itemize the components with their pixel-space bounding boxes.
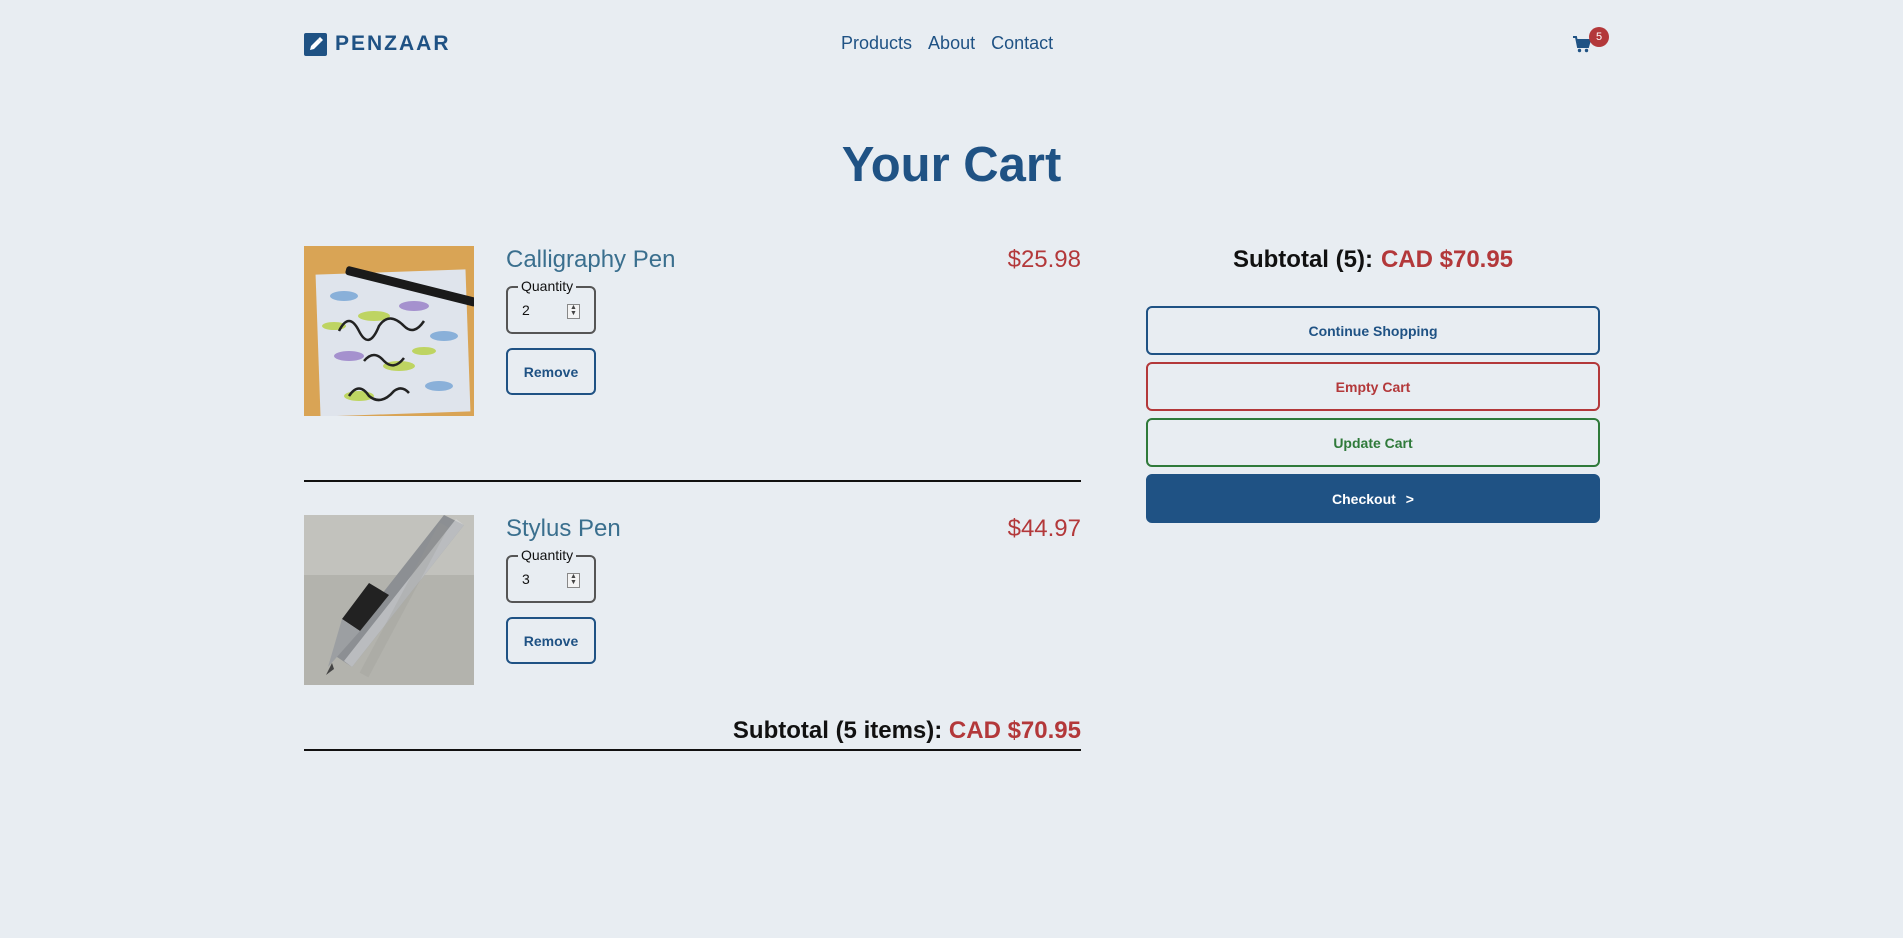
item-name[interactable]: Stylus Pen [506, 515, 621, 543]
cart-item: Calligraphy Pen $25.98 Quantity 2 ▲ ▼ Rem… [304, 246, 1081, 482]
site-header: PENZAAR Products About Contact 5 [304, 27, 1609, 58]
items-subtotal: Subtotal (5 items): CAD $70.95 [733, 717, 1081, 745]
main-nav: Products About Contact [841, 33, 1053, 54]
product-image-stylus-pen[interactable] [304, 515, 474, 685]
cart-count-badge: 5 [1589, 27, 1609, 47]
quantity-value[interactable]: 2 [522, 302, 530, 318]
cart-item: Stylus Pen $44.97 Quantity 3 ▲ ▼ Remove [304, 515, 1081, 751]
nav-products[interactable]: Products [841, 33, 912, 54]
quantity-stepper[interactable]: Quantity 3 ▲ ▼ [506, 547, 596, 603]
quantity-label: Quantity [518, 278, 577, 294]
chevron-right-icon: > [1405, 490, 1414, 507]
items-subtotal-label: Subtotal (5 items): [732, 717, 943, 744]
quantity-value[interactable]: 3 [522, 571, 530, 587]
quantity-stepper[interactable]: Quantity 2 ▲ ▼ [506, 278, 596, 334]
cart-page: PENZAAR Products About Contact 5 Your Ca… [0, 0, 1903, 938]
remove-button[interactable]: Remove [506, 617, 596, 664]
item-name[interactable]: Calligraphy Pen [506, 246, 675, 274]
remove-button[interactable]: Remove [506, 348, 596, 395]
item-price: $44.97 [1007, 515, 1081, 542]
pen-icon [304, 32, 327, 56]
spinner-arrows-icon[interactable]: ▲ ▼ [567, 573, 580, 588]
page-title: Your Cart [841, 138, 1062, 192]
items-subtotal-amount: CAD $70.95 [948, 717, 1081, 744]
nav-contact[interactable]: Contact [991, 33, 1053, 54]
empty-cart-button[interactable]: Empty Cart [1146, 362, 1600, 411]
brand-logo[interactable]: PENZAAR [304, 32, 451, 56]
summary-subtotal: Subtotal (5): CAD $70.95 [1146, 246, 1600, 274]
update-cart-button[interactable]: Update Cart [1146, 418, 1600, 467]
quantity-label: Quantity [518, 547, 577, 563]
cart-button[interactable]: 5 [1569, 27, 1609, 58]
cart-items: Calligraphy Pen $25.98 Quantity 2 ▲ ▼ Rem… [304, 246, 1081, 751]
summary-actions: Continue Shopping Empty Cart Update Cart… [1146, 306, 1600, 523]
product-image-calligraphy-pen[interactable] [304, 246, 474, 416]
nav-about[interactable]: About [928, 33, 975, 54]
checkout-label: Checkout [1332, 490, 1396, 507]
checkout-button[interactable]: Checkout > [1146, 474, 1600, 523]
summary-subtotal-label: Subtotal (5): [1232, 246, 1373, 273]
order-summary: Subtotal (5): CAD $70.95 Continue Shoppin… [1146, 246, 1600, 523]
continue-shopping-button[interactable]: Continue Shopping [1146, 306, 1600, 355]
summary-subtotal-amount: CAD $70.95 [1380, 246, 1514, 273]
item-price: $25.98 [1007, 246, 1081, 273]
brand-name: PENZAAR [335, 32, 451, 55]
spinner-arrows-icon[interactable]: ▲ ▼ [567, 304, 580, 319]
